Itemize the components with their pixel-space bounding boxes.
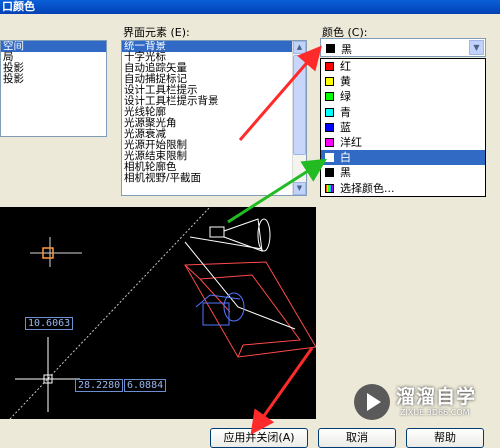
color-swatch-icon [325, 122, 334, 132]
scroll-down-icon[interactable]: ▼ [293, 182, 306, 195]
color-swatch-icon [325, 183, 334, 193]
watermark: 溜溜自学 ZIXUE.3D66.COM [350, 380, 500, 428]
color-option-label: 蓝 [340, 120, 351, 134]
color-combobox-value: 黑 [341, 43, 352, 56]
color-option[interactable]: 选择颜色... [321, 181, 485, 196]
interface-elements-list[interactable]: 统一背景 十字光标 自动追踪矢量 自动捕捉标记 设计工具栏提示 设计工具栏提示背… [121, 40, 307, 196]
color-swatch-icon [325, 168, 334, 178]
scroll-thumb[interactable] [293, 55, 306, 155]
context-item[interactable]: 投影 [1, 74, 106, 85]
color-swatch-icon [325, 153, 334, 163]
color-option-label: 青 [340, 105, 351, 119]
color-swatch-icon [325, 137, 334, 147]
apply-and-close-button[interactable]: 应用并关闭(A) [210, 428, 308, 448]
color-option-label: 选择颜色... [340, 181, 395, 195]
color-swatch-icon [325, 62, 334, 71]
color-option-label: 白 [340, 151, 351, 165]
color-swatch-icon [325, 92, 334, 102]
interface-element-item[interactable]: 相机视野/平截面 [122, 173, 292, 184]
color-option[interactable]: 青 [321, 105, 485, 120]
color-option[interactable]: 绿 [321, 89, 485, 104]
help-button[interactable]: 帮助 [406, 428, 484, 448]
color-option[interactable]: 红 [321, 59, 485, 74]
color-option-label: 红 [340, 60, 351, 73]
dialog-title: 口颜色 [0, 0, 500, 14]
color-option[interactable]: 蓝 [321, 120, 485, 135]
color-option[interactable]: 黑 [321, 165, 485, 180]
color-option[interactable]: 白 [321, 150, 485, 166]
interface-elements-scrollbar[interactable]: ▲ ▼ [292, 41, 306, 195]
color-swatch-icon [325, 77, 334, 87]
color-combobox[interactable]: 黑 ▼ [320, 38, 486, 57]
color-option-label: 黄 [340, 75, 351, 89]
interface-elements-label: 界面元素 (E): [123, 26, 190, 39]
color-swatch-icon [325, 107, 334, 117]
color-option[interactable]: 洋红 [321, 135, 485, 150]
coordinate-y-readout: 6.0884 [124, 379, 167, 392]
cancel-button[interactable]: 取消 [318, 428, 396, 448]
context-item[interactable]: 空间 [1, 41, 106, 52]
watermark-logo-icon [354, 384, 390, 420]
chevron-down-icon[interactable]: ▼ [469, 40, 484, 55]
watermark-brand: 溜溜自学 [396, 386, 477, 408]
coordinate-x-readout: 28.2280 [75, 379, 124, 392]
color-dropdown-list[interactable]: 红黄绿青蓝洋红白黑选择颜色... [320, 58, 486, 197]
color-option-label: 绿 [340, 90, 351, 104]
scroll-up-icon[interactable]: ▲ [293, 41, 306, 54]
color-swatch-icon [326, 44, 335, 53]
color-option-label: 洋红 [340, 135, 362, 149]
preview-viewport: 10.6063 28.2280 6.0884 [0, 207, 316, 419]
context-list[interactable]: 空间 局 投影 投影 [0, 40, 107, 137]
coordinate-readout: 10.6063 [25, 317, 74, 330]
color-option[interactable]: 黄 [321, 74, 485, 89]
color-option-label: 黑 [340, 166, 351, 180]
watermark-url: ZIXUE.3D66.COM [400, 408, 470, 417]
